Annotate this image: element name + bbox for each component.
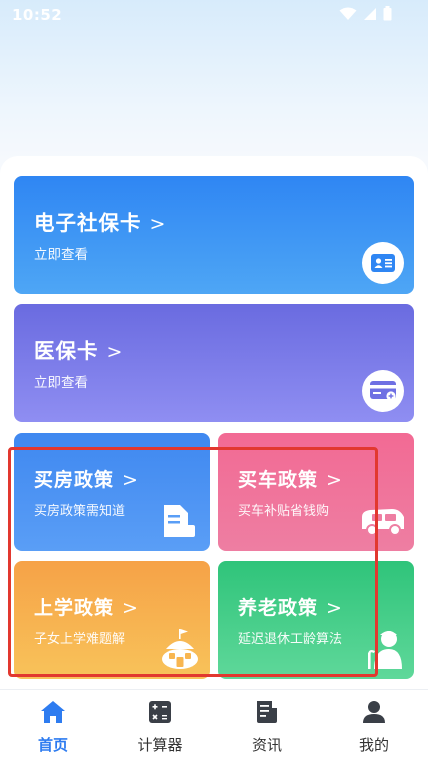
tab-news-label: 资讯 bbox=[251, 736, 282, 754]
housing-policy-card[interactable]: 买房政策 > 买房政策需知道 bbox=[14, 433, 210, 551]
chevron-right-icon: > bbox=[106, 341, 124, 363]
school-icon bbox=[162, 629, 198, 669]
school-policy-subtitle: 子女上学难题解 bbox=[34, 632, 126, 647]
medical-insurance-card[interactable]: 医保卡 > 立即查看 bbox=[14, 304, 414, 422]
tab-calculator-label: 计算器 bbox=[137, 736, 183, 754]
status-time: 10:52 bbox=[12, 6, 63, 24]
home-icon bbox=[41, 701, 65, 723]
pension-policy-card[interactable]: 养老政策 > 延迟退休工龄算法 bbox=[218, 561, 414, 679]
status-bar: 10:52 bbox=[0, 0, 428, 30]
document-icon bbox=[164, 505, 195, 537]
housing-policy-title: 买房政策 > bbox=[34, 469, 139, 491]
car-icon bbox=[362, 509, 404, 536]
signal-icon bbox=[364, 7, 376, 20]
profile-icon bbox=[363, 701, 385, 723]
bottom-tab-bar: 首页 计算器 资讯 我的 bbox=[0, 689, 428, 761]
chevron-right-icon: > bbox=[326, 469, 343, 491]
tab-profile-label: 我的 bbox=[358, 736, 389, 754]
chevron-right-icon: > bbox=[122, 469, 139, 491]
bank-card-icon bbox=[362, 370, 404, 412]
car-policy-card[interactable]: 买车政策 > 买车补贴省钱购 bbox=[218, 433, 414, 551]
tab-news[interactable]: 资讯 bbox=[222, 690, 312, 761]
chevron-right-icon: > bbox=[149, 213, 167, 235]
news-icon bbox=[257, 701, 277, 723]
calculator-icon bbox=[149, 701, 171, 723]
tab-calculator[interactable]: 计算器 bbox=[115, 690, 205, 761]
status-icons bbox=[339, 6, 392, 21]
battery-icon bbox=[383, 6, 392, 21]
social-security-card[interactable]: 电子社保卡 > 立即查看 bbox=[14, 176, 414, 294]
wifi-icon bbox=[339, 7, 357, 20]
id-card-icon bbox=[362, 242, 404, 284]
chevron-right-icon: > bbox=[122, 597, 139, 619]
social-security-card-subtitle: 立即查看 bbox=[34, 247, 88, 263]
tab-profile[interactable]: 我的 bbox=[329, 690, 419, 761]
school-policy-title: 上学政策 > bbox=[34, 597, 139, 619]
tab-home[interactable]: 首页 bbox=[8, 690, 98, 761]
school-policy-card[interactable]: 上学政策 > 子女上学难题解 bbox=[14, 561, 210, 679]
elderly-icon bbox=[368, 631, 402, 669]
tab-home-label: 首页 bbox=[37, 736, 68, 754]
medical-card-subtitle: 立即查看 bbox=[34, 375, 88, 391]
housing-policy-subtitle: 买房政策需知道 bbox=[34, 504, 126, 519]
social-security-card-title: 电子社保卡 > bbox=[34, 211, 167, 235]
pension-policy-subtitle: 延迟退休工龄算法 bbox=[238, 632, 343, 647]
pension-policy-title: 养老政策 > bbox=[238, 597, 343, 619]
chevron-right-icon: > bbox=[326, 597, 343, 619]
car-policy-subtitle: 买车补贴省钱购 bbox=[238, 504, 330, 519]
car-policy-title: 买车政策 > bbox=[238, 469, 343, 491]
medical-card-title: 医保卡 > bbox=[34, 339, 124, 363]
